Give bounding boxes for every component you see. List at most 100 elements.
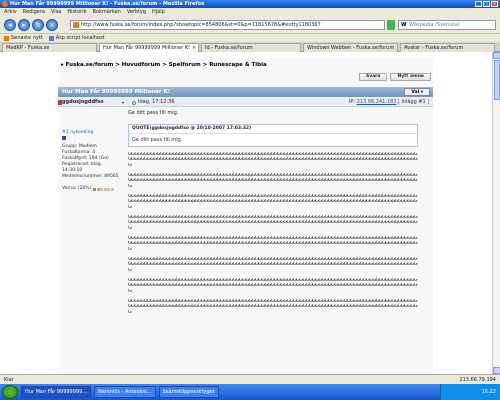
tab-id[interactable]: Id - Fuska.se/forum — [201, 43, 301, 52]
url-text: http://www.fuska.se/forum/index.php?show… — [81, 22, 321, 28]
g-line: GGGGGGGGGGGGGGGGGGGGGGGGGGGGGGGGGGGGGGGG… — [128, 304, 418, 309]
close-tab-icon[interactable]: × — [192, 44, 196, 52]
status-bar: Klar 213.66.79.194 — [0, 374, 500, 384]
maximize-button[interactable]: □ — [483, 1, 490, 7]
thread-title: Hur Man Får 99999999 Millioner K! — [62, 89, 171, 95]
g-tail: G — [128, 288, 132, 294]
g-line: GGGGGGGGGGGGGGGGGGGGGGGGGGGGGGGGGGGGGGGG… — [128, 220, 418, 225]
taskbar-notepad[interactable]: Namnlös - Anteckni... — [94, 386, 156, 398]
back-icon[interactable]: ◂ — [4, 19, 16, 31]
user-registered: Registrerad: Idag, 14:30:10 — [62, 162, 103, 173]
quote-box: QUOTE(ggdosjogddfso @ 20/10-2007 17:03:3… — [128, 124, 418, 147]
navigation-toolbar: ◂ ▸ ↻ × http://www.fuska.se/forum/index.… — [0, 16, 500, 34]
warning-bars — [93, 187, 114, 191]
g-line: GGGGGGGGGGGGGGGGGGGGGGGGGGGGGGGGGGGGGGGG… — [128, 199, 418, 204]
post-time: Idag, 17:12:36 — [132, 98, 175, 107]
tab-windows-webben[interactable]: Windows Webben - Fuska.se/forum — [303, 43, 398, 52]
post-message: Ge ditt pass till mig. — [128, 110, 179, 116]
g-paragraph: GGGGGGGGGGGGGGGGGGGGGGGGGGGGGGGGGGGGGGGG… — [128, 215, 428, 232]
tab-active-thread[interactable]: Hur Man Får 99999999 Millioner K! × — [99, 43, 199, 52]
rank-icon — [62, 136, 66, 140]
post-username[interactable]: ggdosjogddfso — [62, 98, 104, 107]
g-line: GGGGGGGGGGGGGGGGGGGGGGGGGGGGGGGGGGGGGGGG… — [128, 262, 418, 267]
wikipedia-icon: W — [401, 22, 407, 28]
window-title-bar: Hur Man Får 99999999 Millioner K! - Fusk… — [0, 0, 500, 8]
go-icon[interactable] — [387, 20, 395, 30]
g-paragraph: GGGGGGGGGGGGGGGGGGGGGGGGGGGGGGGGGGGGGGGG… — [128, 194, 428, 211]
g-tail: G — [128, 267, 132, 273]
g-paragraph: GGGGGGGGGGGGGGGGGGGGGGGGGGGGGGGGGGGGGGGG… — [128, 278, 428, 295]
menu-redigera[interactable]: Redigera — [23, 8, 45, 16]
breadcrumb[interactable]: ▸ Fuska.se/forum > Huvudforum > Spelforu… — [61, 62, 267, 68]
taskbar-firefox[interactable]: Hur Man Får 99999999... — [21, 386, 92, 398]
tab-medkp[interactable]: MedKP - Fuska.se — [2, 43, 97, 52]
menu-arkiv[interactable]: Arkiv — [4, 8, 17, 16]
clock: 16:22 — [481, 389, 496, 395]
ip-link[interactable]: 213.66.241.183 — [357, 99, 397, 105]
menu-verktyg[interactable]: Verktyg — [127, 8, 146, 16]
g-line: GGGGGGGGGGGGGGGGGGGGGGGGGGGGGGGGGGGGGGGG… — [128, 178, 418, 183]
g-paragraph: GGGGGGGGGGGGGGGGGGGGGGGGGGGGGGGGGGGGGGGG… — [128, 152, 428, 169]
search-input[interactable]: W Wikipedia (Svenska) — [398, 20, 496, 30]
taskbar-snipping-tool[interactable]: Skärmklippverktyget — [158, 386, 219, 398]
tab-avatar[interactable]: Avatar - Fuska.se/forum — [400, 43, 495, 52]
menu-hjalp[interactable]: Hjälp — [152, 8, 165, 16]
menu-bar: Arkiv Redigera Visa Historik Bokmärken V… — [0, 8, 500, 16]
g-paragraph: GGGGGGGGGGGGGGGGGGGGGGGGGGGGGGGGGGGGGGGG… — [128, 236, 428, 253]
reload-icon[interactable]: ↻ — [32, 19, 44, 31]
user-member-number: Medlemsnummer: 89565 — [62, 174, 119, 179]
scroll-down-icon[interactable] — [493, 367, 500, 374]
bookmark-senaste-nytt[interactable]: Senaste nytt — [4, 34, 43, 42]
g-tail: G — [128, 225, 132, 231]
user-menu-icon[interactable]: ▾ — [122, 98, 124, 107]
bookmark-icon — [48, 35, 54, 41]
scrollbar-thumb[interactable] — [494, 60, 500, 100]
g-tail: G — [128, 204, 132, 210]
forward-icon[interactable]: ▸ — [18, 19, 30, 31]
post-body: Ge ditt pass till mig. QUOTE(ggdosjogddf… — [128, 110, 428, 315]
status-text: Klar — [4, 377, 14, 383]
quote-body: Ge ditt pass till mig. — [132, 137, 183, 143]
reply-button[interactable]: Svara — [358, 73, 388, 81]
post-ip-info: IP: 213.66.241.183 | Inlägg #1 | — [348, 99, 429, 105]
warning-level: Varna: (20%) — [62, 186, 122, 192]
user-rank: #1 nykomling — [62, 130, 94, 135]
taskbar: Hur Man Får 99999999... Namnlös - Anteck… — [0, 384, 500, 400]
stop-icon[interactable]: × — [46, 19, 58, 31]
clock-icon — [132, 100, 136, 105]
g-tail: G — [128, 309, 132, 315]
site-favicon-icon — [73, 22, 79, 28]
vertical-scrollbar[interactable] — [492, 52, 500, 374]
close-button[interactable]: × — [491, 1, 498, 7]
rss-icon — [4, 35, 9, 41]
g-paragraph: GGGGGGGGGGGGGGGGGGGGGGGGGGGGGGGGGGGGGGGG… — [128, 299, 428, 316]
firefox-icon — [2, 1, 8, 7]
menu-visa[interactable]: Visa — [51, 8, 61, 16]
user-info-panel: #1 nykomling Grupp: Medlem FuskaKarma: 4… — [62, 110, 122, 192]
g-text-block: GGGGGGGGGGGGGGGGGGGGGGGGGGGGGGGGGGGGGGGG… — [128, 152, 428, 316]
search-placeholder: Wikipedia (Svenska) — [409, 22, 460, 28]
window-controls: _ □ × — [475, 1, 498, 7]
thread-actions: Svara Nytt ämne — [358, 73, 431, 81]
url-input[interactable]: http://www.fuska.se/forum/index.php?show… — [70, 20, 385, 30]
window-title: Hur Man Får 99999999 Millioner K! - Fusk… — [10, 1, 205, 7]
g-line: GGGGGGGGGGGGGGGGGGGGGGGGGGGGGGGGGGGGGGGG… — [128, 241, 418, 246]
tab-strip: MedKP - Fuska.se Hur Man Får 99999999 Mi… — [0, 42, 500, 52]
bookmark-asp-script[interactable]: Asp script localhost — [48, 34, 105, 42]
post-header: ggdosjogddfso ▾ Idag, 17:12:36 IP: 213.6… — [58, 98, 433, 107]
g-line: GGGGGGGGGGGGGGGGGGGGGGGGGGGGGGGGGGGGGGGG… — [128, 283, 418, 288]
options-dropdown[interactable]: Val ▾ — [404, 88, 430, 96]
system-tray: 16:22 — [440, 384, 500, 400]
forum-panel: ▸ Fuska.se/forum > Huvudforum > Spelforu… — [58, 58, 433, 374]
scroll-up-icon[interactable] — [493, 52, 500, 59]
minimize-button[interactable]: _ — [475, 1, 482, 7]
page-content: ▸ Fuska.se/forum > Huvudforum > Spelforu… — [0, 52, 492, 374]
new-topic-button[interactable]: Nytt ämne — [390, 73, 431, 81]
quote-header: QUOTE(ggdosjogddfso @ 20/10-2007 17:03:3… — [129, 125, 417, 134]
g-tail: G — [128, 246, 132, 252]
g-paragraph: GGGGGGGGGGGGGGGGGGGGGGGGGGGGGGGGGGGGGGGG… — [128, 257, 428, 274]
g-paragraph: GGGGGGGGGGGGGGGGGGGGGGGGGGGGGGGGGGGGGGGG… — [128, 173, 428, 190]
menu-bokmarken[interactable]: Bokmärken — [93, 8, 121, 16]
start-button[interactable] — [2, 385, 18, 399]
menu-historik[interactable]: Historik — [67, 8, 86, 16]
